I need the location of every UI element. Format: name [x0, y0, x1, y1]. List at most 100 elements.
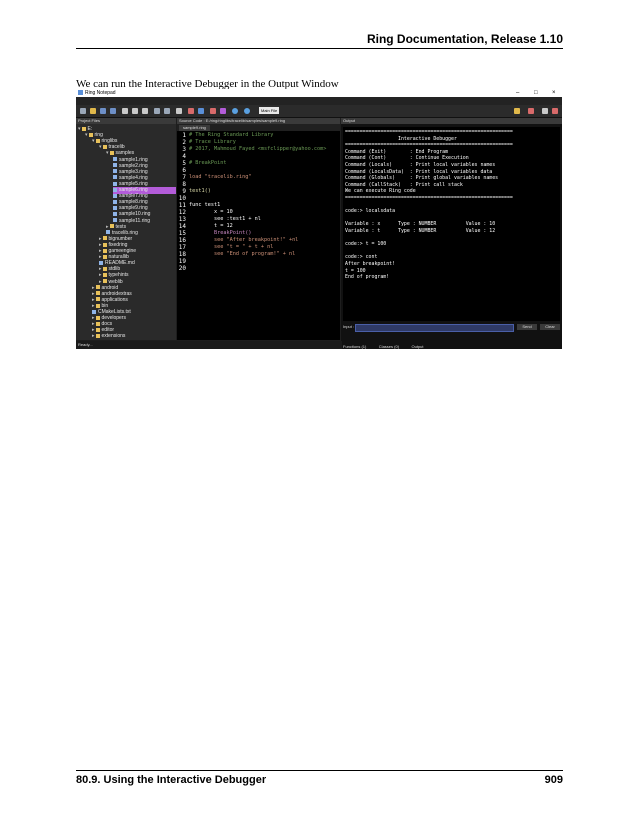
file-icon — [113, 181, 117, 186]
redo-icon[interactable] — [164, 108, 170, 114]
line-number: 16 — [178, 237, 186, 244]
folder-tool-icon[interactable] — [514, 108, 520, 114]
folder-icon — [95, 285, 100, 290]
chevron-right-icon[interactable]: ▸ — [92, 297, 95, 303]
close-icon[interactable]: × — [552, 89, 556, 97]
chevron-right-icon[interactable]: ▸ — [92, 321, 95, 327]
paste-icon[interactable] — [142, 108, 148, 114]
line-number: 14 — [178, 223, 186, 230]
output-panel: Output =================================… — [341, 118, 562, 349]
tab-functions[interactable]: Functions (1) — [343, 344, 366, 349]
folder-icon — [95, 321, 100, 326]
code-editor[interactable]: 1 # The Ring Standard Library 2 # Trace Lib… — [177, 132, 340, 340]
output-line: We can execute Ring code — [345, 188, 416, 195]
find-icon[interactable] — [176, 108, 182, 114]
tree-item-label: bin — [101, 302, 109, 309]
tree-item-label: androidextras — [101, 290, 132, 297]
tree-item-label: ring — [94, 132, 103, 139]
chevron-down-icon[interactable]: ▾ — [92, 138, 95, 144]
tree-item-label: sample2.ring — [119, 162, 148, 169]
save-as-icon[interactable] — [110, 108, 116, 114]
tab-sample9[interactable]: sample9.ring — [179, 125, 210, 131]
chevron-right-icon[interactable]: ▸ — [99, 242, 102, 248]
chevron-right-icon[interactable]: ▸ — [106, 224, 109, 230]
file-icon — [113, 187, 117, 192]
output-line: ========================================… — [345, 142, 513, 149]
chevron-right-icon[interactable]: ▸ — [99, 266, 102, 272]
chevron-right-icon[interactable]: ▸ — [99, 272, 102, 278]
chevron-right-icon[interactable]: ▸ — [99, 279, 102, 285]
tree-item-label: README.md — [105, 260, 135, 267]
chevron-right-icon[interactable]: ▸ — [99, 254, 102, 260]
output-text[interactable]: ========================================… — [343, 127, 560, 321]
save-icon[interactable] — [100, 108, 106, 114]
debug-icon[interactable] — [210, 108, 216, 114]
chevron-right-icon[interactable]: ▸ — [99, 236, 102, 242]
input-field[interactable] — [355, 324, 514, 332]
page-header-title: Ring Documentation, Release 1.10 — [366, 32, 563, 46]
settings-tool-icon[interactable] — [542, 108, 548, 114]
code-line: see "After breakpoint!" +nl — [189, 237, 299, 243]
chevron-down-icon[interactable]: ▾ — [106, 150, 109, 156]
file-icon — [113, 157, 117, 162]
send-button[interactable]: Send — [517, 324, 537, 330]
tree-item-label: CMakeLists.txt — [98, 309, 131, 315]
tree-item-label: sample11.ring — [119, 217, 151, 224]
chevron-right-icon[interactable]: ▸ — [92, 315, 95, 321]
cut-icon[interactable] — [122, 108, 128, 114]
line-number: 5 — [182, 160, 186, 167]
chevron-down-icon[interactable]: ▾ — [99, 144, 102, 150]
code-line: func test1 — [189, 202, 221, 208]
new-file-icon[interactable] — [80, 108, 86, 114]
run-icon[interactable] — [220, 108, 226, 114]
status-bar: Ready... — [76, 341, 342, 349]
file-icon — [113, 163, 117, 168]
tab-classes[interactable]: Classes (0) — [379, 344, 399, 349]
folder-icon — [81, 126, 86, 131]
main-file-button[interactable]: Main File — [259, 107, 280, 114]
page-header: Ring Documentation, Release 1.10 — [0, 30, 638, 50]
chevron-down-icon[interactable]: ▾ — [78, 126, 81, 132]
tree-item-label: applications — [101, 296, 128, 303]
tree-item-label: android — [101, 284, 119, 291]
copy-icon[interactable] — [132, 108, 138, 114]
globe-icon[interactable] — [244, 108, 250, 114]
tree-item-label: sample6.ring — [119, 187, 148, 193]
window-titlebar: Ring Notepad – □ × — [76, 89, 562, 97]
folder-icon — [95, 303, 100, 308]
color-icon[interactable] — [198, 108, 204, 114]
tree-item[interactable]: ▸ extensions — [92, 333, 176, 340]
tree-item-label: tracelib.ring — [112, 229, 138, 236]
stop-tool-icon[interactable] — [528, 108, 534, 114]
tree-item-label: tracelib — [108, 144, 125, 151]
output-title: Output — [341, 118, 562, 124]
maximize-icon[interactable]: □ — [534, 89, 538, 97]
footer-section: 80.9. Using the Interactive Debugger — [76, 774, 267, 786]
open-folder-icon[interactable] — [90, 108, 96, 114]
folder-icon — [102, 144, 107, 149]
undo-icon[interactable] — [154, 108, 160, 114]
output-line: Command (Exit) : End Program — [345, 148, 449, 155]
chevron-right-icon[interactable]: ▸ — [99, 248, 102, 254]
folder-icon — [95, 291, 100, 296]
clear-button[interactable]: Clear — [540, 324, 560, 330]
chevron-down-icon[interactable]: ▾ — [85, 132, 88, 138]
code-line: test1() — [189, 188, 211, 194]
chevron-right-icon[interactable]: ▸ — [92, 285, 95, 291]
font-icon[interactable] — [188, 108, 194, 114]
chevron-right-icon[interactable]: ▸ — [92, 303, 95, 309]
folder-icon — [102, 248, 107, 253]
header-rule — [76, 48, 563, 49]
tab-output[interactable]: Output — [411, 344, 423, 349]
tree-item-label: bignumber — [108, 235, 133, 242]
line-number: 8 — [182, 181, 186, 188]
output-line: Command (LocalsData) : Print local varia… — [345, 168, 493, 175]
chevron-right-icon[interactable]: ▸ — [92, 327, 95, 333]
chevron-right-icon[interactable]: ▸ — [92, 291, 95, 297]
toolbar: Main File — [76, 105, 562, 118]
exit-tool-icon[interactable] — [552, 108, 558, 114]
minimize-icon[interactable]: – — [516, 89, 519, 97]
web-browser-icon[interactable] — [232, 108, 238, 114]
chevron-right-icon[interactable]: ▸ — [92, 333, 95, 339]
line-number: 20 — [178, 265, 186, 272]
